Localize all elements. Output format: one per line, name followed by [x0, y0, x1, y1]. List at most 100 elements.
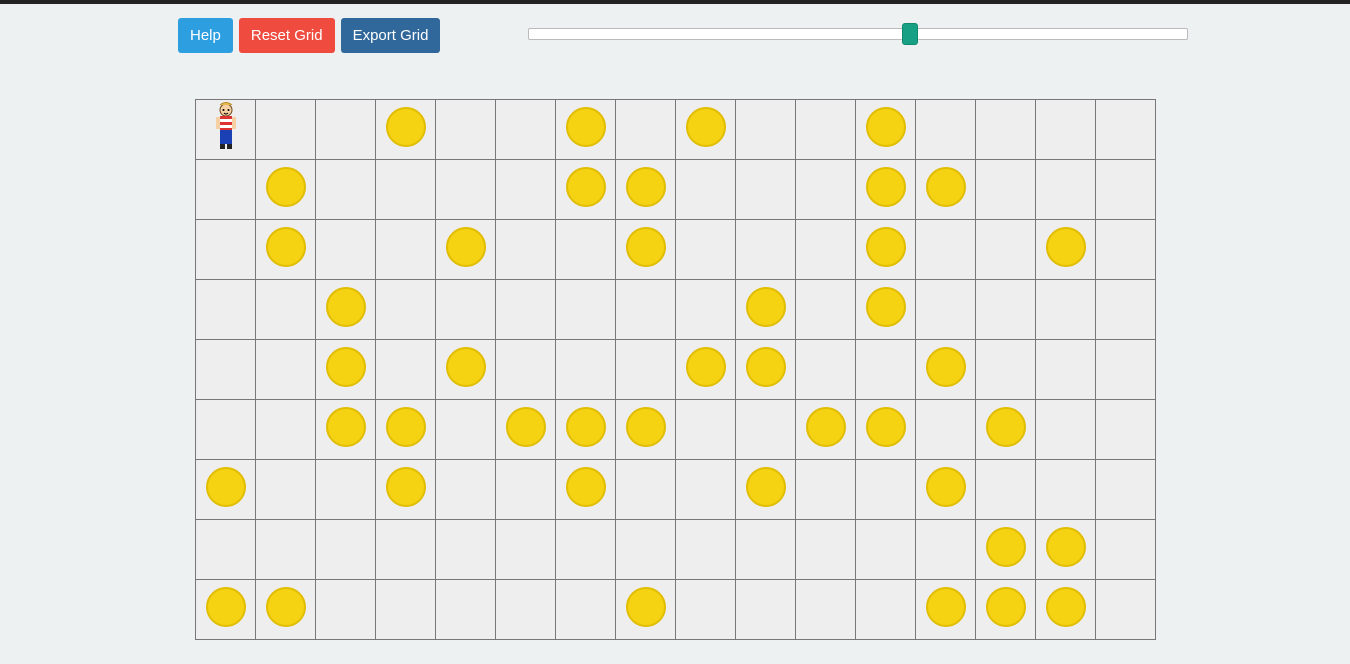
grid-cell[interactable] — [376, 100, 436, 160]
grid-cell[interactable] — [856, 340, 916, 400]
grid-cell[interactable] — [976, 460, 1036, 520]
grid-cell[interactable] — [196, 400, 256, 460]
grid-cell[interactable] — [676, 280, 736, 340]
grid-cell[interactable] — [916, 520, 976, 580]
grid-cell[interactable] — [856, 160, 916, 220]
grid-cell[interactable] — [736, 220, 796, 280]
grid-cell[interactable] — [976, 580, 1036, 640]
grid-cell[interactable] — [556, 580, 616, 640]
grid-cell[interactable] — [496, 520, 556, 580]
grid-cell[interactable] — [196, 460, 256, 520]
grid-cell[interactable] — [256, 400, 316, 460]
grid-cell[interactable] — [796, 580, 856, 640]
grid-cell[interactable] — [556, 100, 616, 160]
grid-cell[interactable] — [496, 280, 556, 340]
grid-cell[interactable] — [256, 580, 316, 640]
grid-cell[interactable] — [496, 220, 556, 280]
grid-cell[interactable] — [796, 100, 856, 160]
grid-cell[interactable] — [976, 160, 1036, 220]
grid-cell[interactable] — [856, 400, 916, 460]
grid-cell[interactable] — [736, 160, 796, 220]
grid-cell[interactable] — [556, 160, 616, 220]
grid-cell[interactable] — [196, 580, 256, 640]
grid-cell[interactable] — [976, 520, 1036, 580]
grid-cell[interactable] — [736, 100, 796, 160]
grid-cell[interactable] — [916, 580, 976, 640]
grid-cell[interactable] — [436, 460, 496, 520]
grid-cell[interactable] — [1096, 340, 1156, 400]
grid-cell[interactable] — [1036, 220, 1096, 280]
grid-cell[interactable] — [556, 340, 616, 400]
grid-cell[interactable] — [796, 520, 856, 580]
grid-cell[interactable] — [796, 220, 856, 280]
grid-cell[interactable] — [976, 400, 1036, 460]
grid-cell[interactable] — [256, 280, 316, 340]
grid-cell[interactable] — [916, 340, 976, 400]
grid-cell[interactable] — [736, 340, 796, 400]
grid-cell[interactable] — [436, 520, 496, 580]
grid-cell[interactable] — [1096, 520, 1156, 580]
grid-cell[interactable] — [436, 220, 496, 280]
grid-cell[interactable] — [1036, 160, 1096, 220]
grid-cell[interactable] — [556, 400, 616, 460]
grid-cell[interactable] — [796, 340, 856, 400]
grid-cell[interactable] — [256, 160, 316, 220]
grid-cell[interactable] — [736, 580, 796, 640]
grid-cell[interactable] — [976, 280, 1036, 340]
grid-cell[interactable] — [196, 340, 256, 400]
game-grid[interactable] — [195, 99, 1156, 640]
grid-cell[interactable] — [1036, 580, 1096, 640]
grid-cell[interactable] — [1096, 580, 1156, 640]
grid-cell[interactable] — [316, 460, 376, 520]
grid-cell[interactable] — [1096, 160, 1156, 220]
grid-cell[interactable] — [616, 400, 676, 460]
grid-cell[interactable] — [376, 220, 436, 280]
grid-cell[interactable] — [316, 520, 376, 580]
help-button[interactable]: Help — [178, 18, 233, 53]
grid-cell[interactable] — [736, 520, 796, 580]
grid-cell[interactable] — [316, 580, 376, 640]
grid-cell[interactable] — [256, 100, 316, 160]
grid-cell[interactable] — [376, 580, 436, 640]
grid-cell[interactable] — [1036, 280, 1096, 340]
grid-cell[interactable] — [796, 400, 856, 460]
grid-cell[interactable] — [436, 280, 496, 340]
grid-cell[interactable] — [856, 100, 916, 160]
reset-button[interactable]: Reset Grid — [239, 18, 335, 53]
grid-cell[interactable] — [376, 160, 436, 220]
grid-cell[interactable] — [376, 340, 436, 400]
grid-cell[interactable] — [916, 160, 976, 220]
grid-cell[interactable] — [316, 280, 376, 340]
grid-cell[interactable] — [796, 160, 856, 220]
grid-cell[interactable] — [256, 220, 316, 280]
grid-cell[interactable] — [256, 520, 316, 580]
grid-cell[interactable] — [616, 220, 676, 280]
grid-cell[interactable] — [556, 280, 616, 340]
grid-cell[interactable] — [496, 580, 556, 640]
grid-cell[interactable] — [616, 280, 676, 340]
grid-cell[interactable] — [436, 160, 496, 220]
grid-cell[interactable] — [436, 580, 496, 640]
grid-cell[interactable] — [316, 400, 376, 460]
grid-cell[interactable] — [676, 100, 736, 160]
grid-cell[interactable] — [1096, 220, 1156, 280]
grid-cell[interactable] — [616, 340, 676, 400]
grid-cell[interactable] — [1096, 100, 1156, 160]
grid-cell[interactable] — [676, 340, 736, 400]
grid-cell[interactable] — [676, 580, 736, 640]
grid-cell[interactable] — [1036, 460, 1096, 520]
grid-cell[interactable] — [676, 220, 736, 280]
grid-cell[interactable] — [436, 400, 496, 460]
grid-cell[interactable] — [1036, 520, 1096, 580]
grid-cell[interactable] — [676, 400, 736, 460]
grid-cell[interactable] — [616, 100, 676, 160]
grid-cell[interactable] — [916, 100, 976, 160]
grid-cell[interactable] — [196, 220, 256, 280]
grid-cell[interactable] — [796, 280, 856, 340]
grid-cell[interactable] — [916, 280, 976, 340]
grid-cell[interactable] — [256, 340, 316, 400]
grid-cell[interactable] — [496, 400, 556, 460]
grid-cell[interactable] — [316, 100, 376, 160]
grid-cell[interactable] — [1036, 400, 1096, 460]
grid-cell[interactable] — [196, 520, 256, 580]
